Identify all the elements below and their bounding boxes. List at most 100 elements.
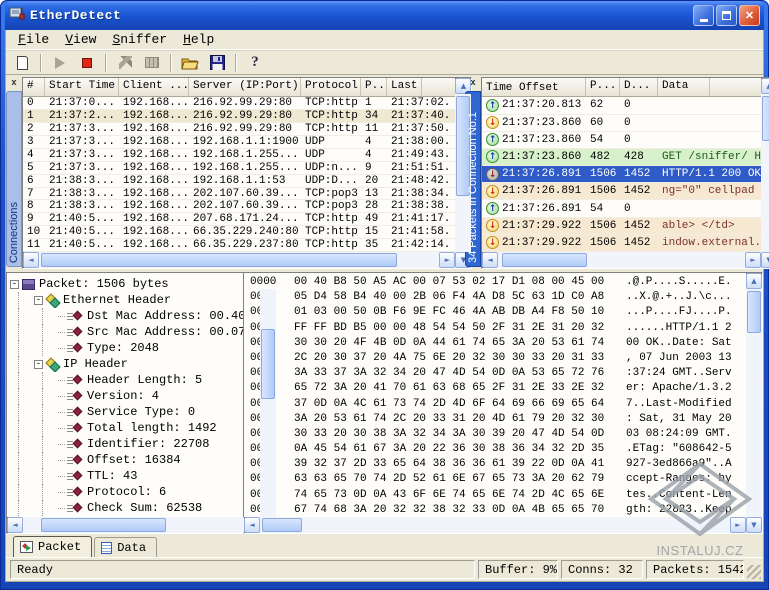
scrollbar-thumb[interactable]	[41, 518, 166, 532]
connection-row[interactable]: 1121:40:5...192.168...66.35.229.237:80TC…	[23, 239, 455, 252]
hex-row[interactable]: 008037 0D 0A 4C 61 73 74 2D 4D 6F 64 69 …	[250, 398, 746, 413]
connections-column-header[interactable]: Last Time	[387, 78, 422, 97]
packet-row[interactable]: ↑21:37:23.860482428GET /sniffer/ H	[482, 149, 761, 166]
scrollbar-thumb[interactable]	[262, 518, 302, 532]
connection-row[interactable]: 421:37:3...192.168...192.168.1.255...UDP…	[23, 149, 455, 162]
scroll-up-button[interactable]: ▲	[761, 78, 769, 94]
connection-row[interactable]: 121:37:2...192.168...216.92.99.29:80TCP:…	[23, 110, 455, 123]
tree-node[interactable]: Version: 4	[10, 388, 260, 404]
packet-row[interactable]: ↓21:37:23.860600	[482, 115, 761, 132]
scroll-left-button[interactable]: ◄	[244, 517, 260, 533]
maximize-button[interactable]	[716, 5, 737, 26]
scroll-right-button[interactable]: ►	[439, 252, 455, 268]
packets-column-header[interactable]: P...	[586, 78, 620, 97]
hex-row[interactable]: 002001 03 00 50 0B F6 9E FC 46 4A AB DB …	[250, 306, 746, 321]
tree-node[interactable]: -IP Header	[10, 356, 260, 372]
packets-column-header[interactable]: Data	[658, 78, 710, 97]
connections-pane-close-button[interactable]: x	[7, 77, 21, 90]
hex-row[interactable]: 007065 72 3A 20 41 70 61 63 68 65 2F 31 …	[250, 382, 746, 397]
tab-packet[interactable]: Packet	[13, 536, 92, 557]
menu-item-view[interactable]: View	[57, 30, 104, 49]
connection-row[interactable]: 921:40:5...192.168...207.68.171.24...TCP…	[23, 213, 455, 226]
connection-row[interactable]: 521:37:3...192.168...192.168.1.255...UDP…	[23, 162, 455, 175]
scrollbar-thumb[interactable]	[747, 291, 761, 333]
adapters-button[interactable]	[140, 52, 164, 74]
scrollbar-thumb[interactable]	[261, 329, 275, 399]
menu-item-help[interactable]: Help	[175, 30, 222, 49]
scrollbar-track[interactable]	[39, 252, 439, 268]
hex-row[interactable]: 00D063 63 65 70 74 2D 52 61 6E 67 65 73 …	[250, 473, 746, 488]
scrollbar-track[interactable]	[761, 94, 769, 252]
connections-column-header[interactable]: Server (IP:Port)	[189, 78, 301, 97]
collapse-expander[interactable]: -	[34, 360, 43, 369]
connections-tab[interactable]: Connections	[6, 91, 22, 267]
packet-row[interactable]: ↑21:37:23.860540	[482, 132, 761, 149]
scroll-left-button[interactable]: ◄	[7, 517, 23, 533]
resize-grip[interactable]	[747, 565, 761, 579]
tree-vertical-scrollbar[interactable]: ▲▼	[260, 273, 276, 533]
connections-column-header[interactable]: #	[23, 78, 45, 97]
collapse-expander[interactable]: -	[10, 280, 19, 289]
hex-row[interactable]: 00603A 33 37 3A 32 34 20 47 4D 54 0D 0A …	[250, 367, 746, 382]
scroll-left-button[interactable]: ◄	[482, 252, 498, 268]
tab-data[interactable]: Data	[94, 537, 157, 557]
connections-column-header[interactable]: Start Time	[45, 78, 119, 97]
packet-row[interactable]: ↑21:37:26.891540	[482, 200, 761, 217]
packets-vertical-scrollbar[interactable]: ▲▼	[761, 78, 769, 268]
scrollbar-track[interactable]	[23, 517, 244, 533]
collapse-expander[interactable]: -	[34, 296, 43, 305]
packets-column-header[interactable]: Time Offset	[482, 78, 586, 97]
connections-column-header[interactable]: Client ...	[119, 78, 189, 97]
scroll-right-button[interactable]: ►	[730, 517, 746, 533]
connection-row[interactable]: 321:37:3...192.168...192.168.1.1:1900UDP…	[23, 136, 455, 149]
tree-node[interactable]: Service Type: 0	[10, 404, 260, 420]
packets-horizontal-scrollbar[interactable]: ◄►	[482, 252, 761, 268]
hex-row[interactable]: 00A030 33 20 30 38 3A 32 34 3A 30 39 20 …	[250, 428, 746, 443]
scroll-up-button[interactable]: ▲	[746, 273, 762, 289]
packet-row[interactable]: ↓21:37:26.89115061452ng="0" cellpad	[482, 183, 761, 200]
scroll-left-button[interactable]: ◄	[23, 252, 39, 268]
tree-node[interactable]: Check Sum: 62538	[10, 500, 260, 516]
packets-tab[interactable]: 34 Packets in Connection No.1	[465, 91, 481, 267]
scrollbar-track[interactable]	[498, 252, 745, 268]
tree-node[interactable]: Total length: 1492	[10, 420, 260, 436]
menu-item-sniffer[interactable]: Sniffer	[104, 30, 175, 49]
hex-row[interactable]: 0030FF FF BD B5 00 00 48 54 54 50 2F 31 …	[250, 322, 746, 337]
scroll-down-button[interactable]: ▼	[746, 517, 762, 533]
minimize-button[interactable]	[693, 5, 714, 26]
title-bar[interactable]: EtherDetect ✕	[5, 1, 764, 30]
connections-horizontal-scrollbar[interactable]: ◄►	[23, 252, 455, 268]
scrollbar-track[interactable]	[260, 289, 276, 517]
packet-row[interactable]: ↑21:37:20.813620	[482, 97, 761, 114]
scrollbar-thumb[interactable]	[502, 253, 587, 267]
tree-node[interactable]: Identifier: 22708	[10, 436, 260, 452]
packets-pane-close-button[interactable]: x	[466, 77, 480, 90]
hex-vertical-scrollbar[interactable]: ▲▼	[746, 273, 762, 533]
close-button[interactable]: ✕	[739, 5, 760, 26]
hex-row[interactable]: 004030 30 20 4F 4B 0D 0A 44 61 74 65 3A …	[250, 337, 746, 352]
menu-item-file[interactable]: File	[10, 30, 57, 49]
open-file-button[interactable]	[178, 52, 202, 74]
start-capture-button[interactable]	[48, 52, 72, 74]
hex-row[interactable]: 001005 D4 58 B4 40 00 2B 06 F4 4A D8 5C …	[250, 291, 746, 306]
packet-row[interactable]: ↓21:37:29.92215061452able> </td>	[482, 218, 761, 235]
scrollbar-track[interactable]	[260, 517, 730, 533]
connection-row[interactable]: 221:37:3...192.168...216.92.99.29:80TCP:…	[23, 123, 455, 136]
scrollbar-track[interactable]	[746, 289, 762, 517]
packet-row[interactable]: ↓21:37:29.92215061452indow.external.	[482, 235, 761, 252]
packets-column-header[interactable]: D...	[620, 78, 658, 97]
tree-node[interactable]: Dst Mac Address: 00.40.	[10, 308, 260, 324]
tree-node[interactable]: Header Length: 5	[10, 372, 260, 388]
scroll-right-button[interactable]: ►	[745, 252, 761, 268]
connection-row[interactable]: 821:38:3...192.168...202.107.60.39...TCP…	[23, 200, 455, 213]
hex-row[interactable]: 00C039 32 37 2D 33 65 64 38 36 36 61 39 …	[250, 458, 746, 473]
connections-column-header[interactable]: P..	[361, 78, 387, 97]
tree-node[interactable]: Type: 2048	[10, 340, 260, 356]
hex-row[interactable]: 00903A 20 53 61 74 2C 20 33 31 20 4D 61 …	[250, 413, 746, 428]
tree-node[interactable]: -Ethernet Header	[10, 292, 260, 308]
scrollbar-thumb[interactable]	[41, 253, 397, 267]
scrollbar-thumb[interactable]	[762, 96, 769, 141]
filter-button[interactable]	[113, 52, 137, 74]
hex-row[interactable]: 00502C 20 30 37 20 4A 75 6E 20 32 30 30 …	[250, 352, 746, 367]
save-file-button[interactable]	[205, 52, 229, 74]
